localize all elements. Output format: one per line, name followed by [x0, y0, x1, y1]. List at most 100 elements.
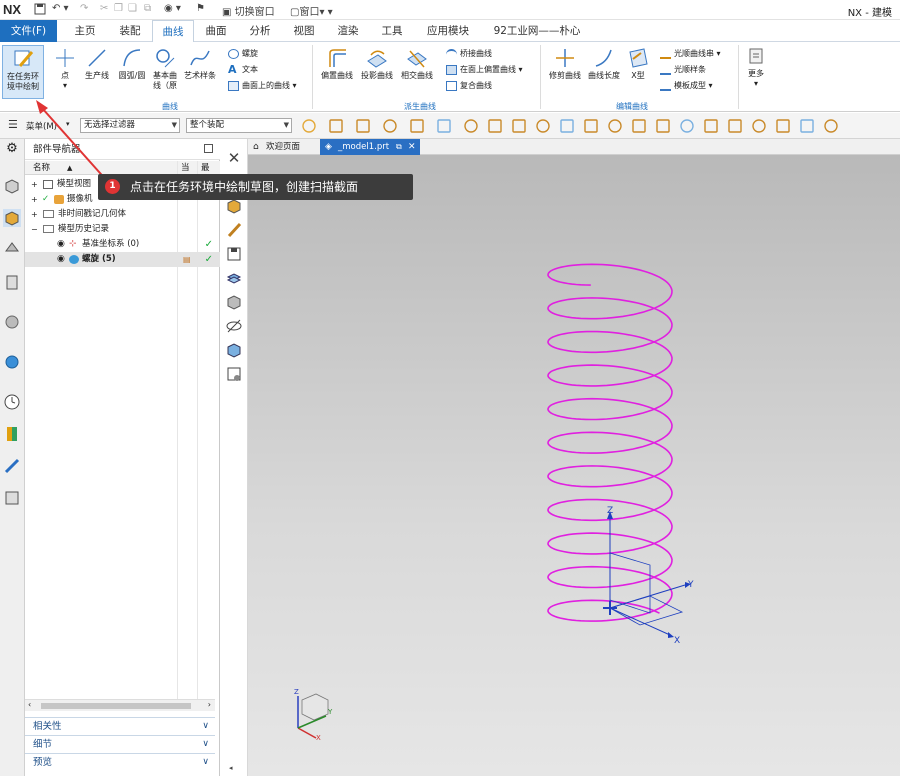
redo-icon[interactable]: ↷: [80, 3, 88, 14]
tree-row-non-timestamp[interactable]: + 非时间戳记几何体: [25, 207, 220, 222]
expand-icon[interactable]: +: [31, 177, 38, 192]
text-button[interactable]: A 文本: [228, 63, 258, 77]
window-menu-button[interactable]: ▢窗口▾ ▾: [290, 3, 333, 18]
layers-icon[interactable]: [225, 269, 243, 287]
tab-surface[interactable]: 曲面: [196, 20, 236, 42]
menu-dropdown-icon[interactable]: ▾: [66, 120, 70, 128]
column-header-name[interactable]: 名称: [33, 161, 50, 175]
helix-button[interactable]: 螺旋: [228, 47, 258, 61]
undo-icon[interactable]: ↶ ▾: [52, 3, 69, 14]
touch-mode-icon[interactable]: ◉ ▾: [164, 3, 181, 14]
panel-details[interactable]: 细节 ∨: [25, 735, 215, 752]
maximize-icon[interactable]: [204, 144, 213, 153]
basic-curve-button[interactable]: 基本曲 线（原: [150, 47, 180, 91]
paste-icon[interactable]: ❏: [128, 3, 137, 14]
offset-on-face-button[interactable]: 在面上偏置曲线 ▾: [446, 63, 523, 77]
system-materials-icon[interactable]: [3, 489, 21, 507]
control-point-icon[interactable]: [630, 117, 648, 135]
collapse-icon[interactable]: −: [31, 222, 38, 237]
circle-center-icon[interactable]: [702, 117, 720, 135]
view-orient-icon[interactable]: ⚑: [196, 3, 205, 14]
curve-on-surface-button[interactable]: 曲面上的曲线 ▾: [228, 79, 297, 93]
graphics-window[interactable]: Z Y X Z X Y: [248, 155, 900, 776]
cut-icon[interactable]: ✂: [100, 3, 108, 14]
x-form-button[interactable]: X型: [624, 47, 652, 81]
horizontal-scrollbar[interactable]: ‹ ›: [25, 699, 215, 711]
repeat-icon[interactable]: ⧉: [144, 3, 151, 14]
snap-grid-icon[interactable]: [408, 117, 426, 135]
tab-analysis[interactable]: 分析: [238, 20, 282, 42]
brush-icon[interactable]: [225, 221, 243, 239]
tab-view[interactable]: 视图: [282, 20, 326, 42]
tree-row-helix[interactable]: ◉ 螺旋 (5) ▤ ✓: [25, 252, 220, 267]
curve-snap-icon[interactable]: [606, 117, 624, 135]
offset-curve-button[interactable]: 偏置曲线: [318, 47, 356, 81]
edge-icon[interactable]: [822, 117, 840, 135]
part-navigator-icon[interactable]: [3, 209, 21, 227]
quadrant-icon[interactable]: [726, 117, 744, 135]
palette-icon[interactable]: [3, 425, 21, 443]
history-icon[interactable]: [3, 353, 21, 371]
cube-shaded-icon[interactable]: [510, 117, 528, 135]
web-browser-icon[interactable]: [3, 313, 21, 331]
tab-home[interactable]: 主页: [62, 20, 108, 42]
hd3d-icon[interactable]: [3, 273, 21, 291]
arc-circle-button[interactable]: 圆弧/圆: [116, 47, 148, 81]
filter-icon[interactable]: [354, 117, 372, 135]
tab-welcome-page[interactable]: ⌂ 欢迎页面: [248, 139, 318, 155]
box-icon[interactable]: [435, 117, 453, 135]
point-button[interactable]: 点 ▾: [52, 47, 78, 91]
tab-file[interactable]: 文件(F): [0, 20, 57, 42]
smooth-spline-button[interactable]: 光顺样条: [660, 63, 706, 77]
cube-outline-icon[interactable]: [486, 117, 504, 135]
tree-row-model-history[interactable]: − 模型历史记录: [25, 222, 220, 237]
scroll-thumb[interactable]: [41, 703, 191, 709]
reuse-library-icon[interactable]: [3, 239, 21, 257]
close-tab-icon[interactable]: ✕: [408, 139, 416, 155]
visibility-eye-icon[interactable]: ◉: [57, 237, 65, 252]
scroll-down-icon[interactable]: ◂: [229, 764, 233, 772]
view-settings-icon[interactable]: [225, 365, 243, 383]
assembly-navigator-icon[interactable]: [3, 177, 21, 195]
hide-eye-icon[interactable]: [225, 317, 243, 335]
intersection-icon[interactable]: [678, 117, 696, 135]
tree-row-datum-csys[interactable]: ◉ ⊹ 基准坐标系 (0) ✓: [25, 237, 220, 252]
tab-model-part[interactable]: ◈ _model1.prt ⧉ ✕: [320, 139, 420, 155]
tab-curve[interactable]: 曲线: [152, 20, 194, 43]
save-view-icon[interactable]: [225, 245, 243, 263]
template-forming-button[interactable]: 模板成型 ▾: [660, 79, 713, 93]
expand-icon[interactable]: +: [31, 192, 38, 207]
clock-icon[interactable]: [3, 393, 21, 411]
panel-dependencies[interactable]: 相关性 ∨: [25, 717, 215, 734]
helix-model[interactable]: Z Y X: [248, 155, 900, 776]
column-header-current[interactable]: 当: [181, 161, 190, 175]
tangent-icon[interactable]: [774, 117, 792, 135]
copy-icon[interactable]: ❐: [114, 3, 123, 14]
visibility-eye-icon[interactable]: ◉: [57, 252, 65, 267]
assembly-scope-dropdown[interactable]: 整个装配 ▼: [186, 118, 292, 133]
polyline-icon[interactable]: [654, 117, 672, 135]
hamburger-icon[interactable]: ☰: [8, 118, 18, 131]
sketch-in-task-button[interactable]: 在任务环 境中绘制: [2, 45, 44, 99]
tab-applications[interactable]: 应用模块: [418, 20, 478, 42]
line-snap-icon[interactable]: [558, 117, 576, 135]
selection-filter-dropdown[interactable]: 无选择过滤器 ▼: [80, 118, 180, 133]
composite-curve-button[interactable]: 复合曲线: [446, 79, 492, 93]
tab-assembly[interactable]: 装配: [108, 20, 152, 42]
expand-icon[interactable]: +: [31, 207, 38, 222]
production-line-button[interactable]: 生产线: [82, 47, 112, 81]
cube-icon[interactable]: [225, 293, 243, 311]
scroll-right-icon[interactable]: ›: [208, 700, 211, 709]
assembly-cube-icon[interactable]: [225, 341, 243, 359]
role-icon[interactable]: [3, 457, 21, 475]
column-header-latest[interactable]: 最: [201, 161, 210, 175]
switch-window-button[interactable]: ▣ 切换窗口: [222, 3, 275, 18]
face-icon[interactable]: [798, 117, 816, 135]
save-icon[interactable]: [34, 3, 46, 18]
curve-length-button[interactable]: 曲线长度: [586, 47, 622, 81]
add-point-icon[interactable]: [462, 117, 480, 135]
datum-csys[interactable]: Z Y X: [603, 506, 694, 646]
smooth-curve-chain-button[interactable]: 光顺曲线串 ▾: [660, 47, 721, 61]
tab-render[interactable]: 渲染: [326, 20, 370, 42]
popout-icon[interactable]: ⧉: [396, 139, 402, 155]
